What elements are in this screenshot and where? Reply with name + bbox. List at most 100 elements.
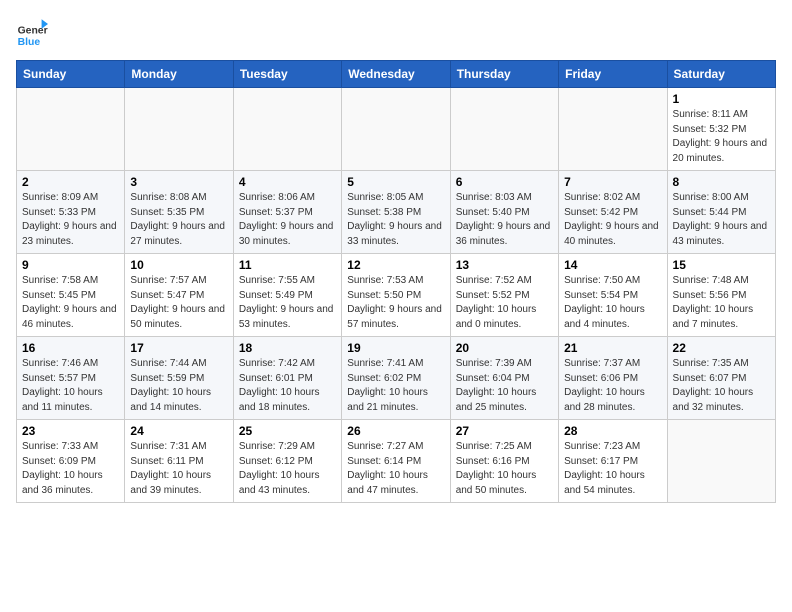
day-number: 26 bbox=[347, 424, 444, 438]
page-header: General Blue bbox=[16, 16, 776, 48]
calendar-cell: 13 Sunrise: 7:52 AM Sunset: 5:52 PM Dayli… bbox=[450, 254, 558, 337]
weekday-header-wednesday: Wednesday bbox=[342, 61, 450, 88]
day-number: 16 bbox=[22, 341, 119, 355]
calendar-cell: 27 Sunrise: 7:25 AM Sunset: 6:16 PM Dayli… bbox=[450, 420, 558, 503]
weekday-header-sunday: Sunday bbox=[17, 61, 125, 88]
day-info: Sunrise: 8:09 AM Sunset: 5:33 PM Dayligh… bbox=[22, 191, 119, 249]
day-number: 6 bbox=[456, 175, 553, 189]
day-number: 19 bbox=[347, 341, 444, 355]
day-number: 17 bbox=[130, 341, 227, 355]
svg-text:Blue: Blue bbox=[18, 37, 41, 48]
weekday-header-thursday: Thursday bbox=[450, 61, 558, 88]
logo: General Blue bbox=[16, 16, 52, 48]
day-info: Sunrise: 7:29 AM Sunset: 6:12 PM Dayligh… bbox=[239, 440, 336, 498]
calendar-cell: 9 Sunrise: 7:58 AM Sunset: 5:45 PM Daylig… bbox=[17, 254, 125, 337]
calendar-cell: 26Sunrise: 7:27 AM Sunset: 6:14 PM Dayli… bbox=[342, 420, 450, 503]
calendar-cell: 18 Sunrise: 7:42 AM Sunset: 6:01 PM Dayli… bbox=[233, 337, 341, 420]
day-number: 1 bbox=[673, 92, 770, 106]
day-number: 10 bbox=[130, 258, 227, 272]
day-number: 9 bbox=[22, 258, 119, 272]
day-info: Sunrise: 7:37 AM Sunset: 6:06 PM Dayligh… bbox=[564, 357, 661, 415]
day-number: 2 bbox=[22, 175, 119, 189]
calendar-cell: 15Sunrise: 7:48 AM Sunset: 5:56 PM Dayli… bbox=[667, 254, 775, 337]
weekday-header-saturday: Saturday bbox=[667, 61, 775, 88]
day-number: 11 bbox=[239, 258, 336, 272]
day-info: Sunrise: 8:11 AM Sunset: 5:32 PM Dayligh… bbox=[673, 108, 770, 166]
calendar-cell bbox=[450, 88, 558, 171]
day-info: Sunrise: 7:48 AM Sunset: 5:56 PM Dayligh… bbox=[673, 274, 770, 332]
calendar-cell: 11 Sunrise: 7:55 AM Sunset: 5:49 PM Dayli… bbox=[233, 254, 341, 337]
calendar-cell: 17 Sunrise: 7:44 AM Sunset: 5:59 PM Dayli… bbox=[125, 337, 233, 420]
calendar-week-row: 16Sunrise: 7:46 AM Sunset: 5:57 PM Dayli… bbox=[17, 337, 776, 420]
calendar-cell: 3 Sunrise: 8:08 AM Sunset: 5:35 PM Daylig… bbox=[125, 171, 233, 254]
calendar-cell: 21 Sunrise: 7:37 AM Sunset: 6:06 PM Dayli… bbox=[559, 337, 667, 420]
day-number: 4 bbox=[239, 175, 336, 189]
day-info: Sunrise: 8:06 AM Sunset: 5:37 PM Dayligh… bbox=[239, 191, 336, 249]
calendar-cell: 1 Sunrise: 8:11 AM Sunset: 5:32 PM Daylig… bbox=[667, 88, 775, 171]
day-info: Sunrise: 7:42 AM Sunset: 6:01 PM Dayligh… bbox=[239, 357, 336, 415]
day-number: 22 bbox=[673, 341, 770, 355]
calendar-cell bbox=[559, 88, 667, 171]
calendar-cell: 24 Sunrise: 7:31 AM Sunset: 6:11 PM Dayli… bbox=[125, 420, 233, 503]
calendar-week-row: 9 Sunrise: 7:58 AM Sunset: 5:45 PM Daylig… bbox=[17, 254, 776, 337]
weekday-header-friday: Friday bbox=[559, 61, 667, 88]
calendar-week-row: 2 Sunrise: 8:09 AM Sunset: 5:33 PM Daylig… bbox=[17, 171, 776, 254]
day-number: 28 bbox=[564, 424, 661, 438]
day-number: 27 bbox=[456, 424, 553, 438]
day-info: Sunrise: 7:52 AM Sunset: 5:52 PM Dayligh… bbox=[456, 274, 553, 332]
day-info: Sunrise: 7:31 AM Sunset: 6:11 PM Dayligh… bbox=[130, 440, 227, 498]
calendar-week-row: 23 Sunrise: 7:33 AM Sunset: 6:09 PM Dayli… bbox=[17, 420, 776, 503]
calendar-cell: 22 Sunrise: 7:35 AM Sunset: 6:07 PM Dayli… bbox=[667, 337, 775, 420]
calendar-table: SundayMondayTuesdayWednesdayThursdayFrid… bbox=[16, 60, 776, 503]
day-info: Sunrise: 7:35 AM Sunset: 6:07 PM Dayligh… bbox=[673, 357, 770, 415]
day-number: 3 bbox=[130, 175, 227, 189]
calendar-cell bbox=[233, 88, 341, 171]
weekday-header-monday: Monday bbox=[125, 61, 233, 88]
day-info: Sunrise: 7:25 AM Sunset: 6:16 PM Dayligh… bbox=[456, 440, 553, 498]
day-number: 14 bbox=[564, 258, 661, 272]
day-number: 24 bbox=[130, 424, 227, 438]
calendar-cell: 25 Sunrise: 7:29 AM Sunset: 6:12 PM Dayli… bbox=[233, 420, 341, 503]
calendar-cell: 12 Sunrise: 7:53 AM Sunset: 5:50 PM Dayli… bbox=[342, 254, 450, 337]
calendar-cell: 6 Sunrise: 8:03 AM Sunset: 5:40 PM Daylig… bbox=[450, 171, 558, 254]
calendar-cell: 16Sunrise: 7:46 AM Sunset: 5:57 PM Dayli… bbox=[17, 337, 125, 420]
calendar-cell bbox=[342, 88, 450, 171]
calendar-cell: 10 Sunrise: 7:57 AM Sunset: 5:47 PM Dayli… bbox=[125, 254, 233, 337]
calendar-cell: 28Sunrise: 7:23 AM Sunset: 6:17 PM Dayli… bbox=[559, 420, 667, 503]
weekday-header-tuesday: Tuesday bbox=[233, 61, 341, 88]
day-info: Sunrise: 8:03 AM Sunset: 5:40 PM Dayligh… bbox=[456, 191, 553, 249]
day-number: 8 bbox=[673, 175, 770, 189]
calendar-week-row: 1 Sunrise: 8:11 AM Sunset: 5:32 PM Daylig… bbox=[17, 88, 776, 171]
calendar-cell: 20 Sunrise: 7:39 AM Sunset: 6:04 PM Dayli… bbox=[450, 337, 558, 420]
calendar-cell: 14 Sunrise: 7:50 AM Sunset: 5:54 PM Dayli… bbox=[559, 254, 667, 337]
day-info: Sunrise: 7:39 AM Sunset: 6:04 PM Dayligh… bbox=[456, 357, 553, 415]
day-info: Sunrise: 7:44 AM Sunset: 5:59 PM Dayligh… bbox=[130, 357, 227, 415]
day-info: Sunrise: 7:50 AM Sunset: 5:54 PM Dayligh… bbox=[564, 274, 661, 332]
day-number: 25 bbox=[239, 424, 336, 438]
day-number: 23 bbox=[22, 424, 119, 438]
calendar-cell: 23 Sunrise: 7:33 AM Sunset: 6:09 PM Dayli… bbox=[17, 420, 125, 503]
day-info: Sunrise: 7:33 AM Sunset: 6:09 PM Dayligh… bbox=[22, 440, 119, 498]
day-info: Sunrise: 8:05 AM Sunset: 5:38 PM Dayligh… bbox=[347, 191, 444, 249]
day-number: 7 bbox=[564, 175, 661, 189]
calendar-cell: 19 Sunrise: 7:41 AM Sunset: 6:02 PM Dayli… bbox=[342, 337, 450, 420]
day-number: 12 bbox=[347, 258, 444, 272]
day-number: 21 bbox=[564, 341, 661, 355]
calendar-cell: 7Sunrise: 8:02 AM Sunset: 5:42 PM Daylig… bbox=[559, 171, 667, 254]
calendar-cell bbox=[17, 88, 125, 171]
day-info: Sunrise: 7:55 AM Sunset: 5:49 PM Dayligh… bbox=[239, 274, 336, 332]
day-info: Sunrise: 7:57 AM Sunset: 5:47 PM Dayligh… bbox=[130, 274, 227, 332]
day-number: 18 bbox=[239, 341, 336, 355]
logo-icon: General Blue bbox=[16, 16, 48, 48]
day-number: 5 bbox=[347, 175, 444, 189]
day-info: Sunrise: 8:08 AM Sunset: 5:35 PM Dayligh… bbox=[130, 191, 227, 249]
weekday-header-row: SundayMondayTuesdayWednesdayThursdayFrid… bbox=[17, 61, 776, 88]
day-info: Sunrise: 7:53 AM Sunset: 5:50 PM Dayligh… bbox=[347, 274, 444, 332]
day-number: 13 bbox=[456, 258, 553, 272]
calendar-cell: 4 Sunrise: 8:06 AM Sunset: 5:37 PM Daylig… bbox=[233, 171, 341, 254]
calendar-cell: 2 Sunrise: 8:09 AM Sunset: 5:33 PM Daylig… bbox=[17, 171, 125, 254]
day-number: 20 bbox=[456, 341, 553, 355]
day-info: Sunrise: 7:41 AM Sunset: 6:02 PM Dayligh… bbox=[347, 357, 444, 415]
day-info: Sunrise: 8:00 AM Sunset: 5:44 PM Dayligh… bbox=[673, 191, 770, 249]
day-info: Sunrise: 7:58 AM Sunset: 5:45 PM Dayligh… bbox=[22, 274, 119, 332]
